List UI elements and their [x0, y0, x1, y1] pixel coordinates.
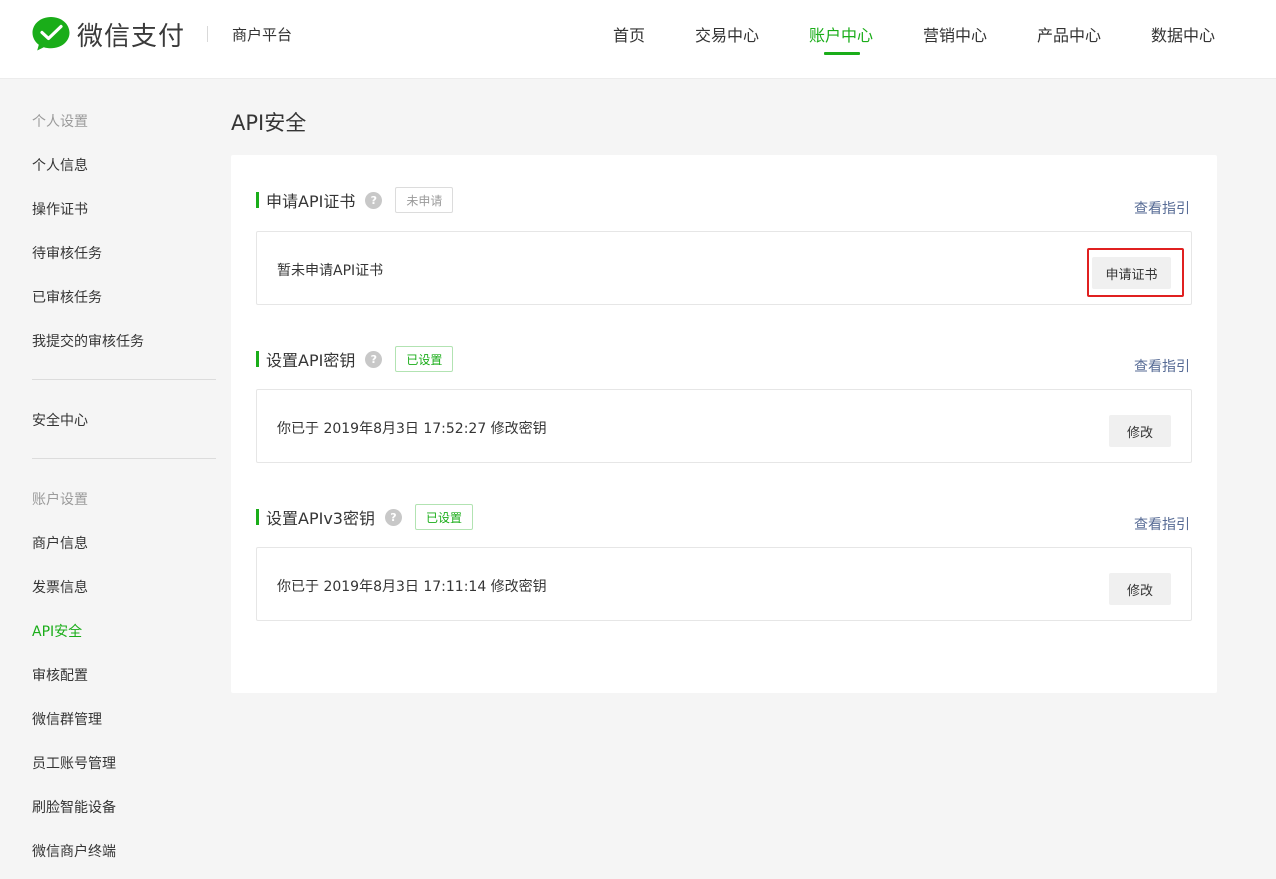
question-mark-icon[interactable]: ? [365, 350, 383, 368]
sidebar-item-merchant-terminal[interactable]: 微信商户终端 [32, 841, 116, 861]
wechat-pay-logo[interactable]: 微信支付 [31, 15, 185, 53]
section-title-api-certificate: 申请API证书 [266, 192, 356, 211]
sidebar-item-pending-review[interactable]: 待审核任务 [32, 243, 102, 263]
sidebar-group-personal-settings: 个人设置 [32, 114, 88, 130]
sidebar-item-reviewed-tasks[interactable]: 已审核任务 [32, 287, 102, 307]
modify-api-key-button[interactable]: 修改 [1109, 415, 1171, 447]
page-title: API安全 [231, 111, 307, 135]
nav-home[interactable]: 首页 [613, 22, 645, 46]
apiv3-key-modified-text: 你已于 2019年8月3日 17:11:14 修改密钥 [277, 579, 547, 595]
platform-name: 商户平台 [232, 26, 293, 44]
view-guide-link[interactable]: 查看指引 [1134, 514, 1190, 534]
logo-text: 微信支付 [77, 21, 186, 52]
question-mark-icon[interactable]: ? [365, 191, 383, 209]
sidebar-item-review-config[interactable]: 审核配置 [32, 665, 88, 685]
api-certificate-status-text: 暂未申请API证书 [277, 263, 384, 279]
section-header-apiv3-key: 设置APIv3密钥 ? 已设置 [256, 504, 473, 530]
apiv3-key-panel: 你已于 2019年8月3日 17:11:14 修改密钥 修改 [256, 547, 1192, 621]
sidebar-item-invoice-info[interactable]: 发票信息 [32, 577, 88, 597]
view-guide-link[interactable]: 查看指引 [1134, 356, 1190, 376]
nav-product-center[interactable]: 产品中心 [1037, 22, 1101, 46]
status-badge-set: 已设置 [395, 346, 454, 372]
sidebar-divider [32, 379, 216, 380]
modify-apiv3-key-button[interactable]: 修改 [1109, 573, 1171, 605]
section-accent-bar [256, 192, 259, 208]
sidebar-item-my-submitted-tasks[interactable]: 我提交的审核任务 [32, 331, 144, 351]
highlight-box [1087, 248, 1184, 297]
nav-account-center[interactable]: 账户中心 [809, 22, 873, 46]
api-certificate-panel: 暂未申请API证书 申请证书 [256, 231, 1192, 305]
section-accent-bar [256, 351, 259, 367]
sidebar-item-merchant-info[interactable]: 商户信息 [32, 533, 88, 553]
status-badge-set: 已设置 [414, 504, 473, 530]
section-header-api-certificate: 申请API证书 ? 未申请 [256, 187, 454, 213]
section-title-apiv3-key: 设置APIv3密钥 [266, 509, 375, 528]
api-key-panel: 你已于 2019年8月3日 17:52:27 修改密钥 修改 [256, 389, 1192, 463]
logo-divider [207, 26, 208, 42]
sidebar-divider [32, 458, 216, 459]
nav-marketing-center[interactable]: 营销中心 [923, 22, 987, 46]
sidebar-item-wechat-group-management[interactable]: 微信群管理 [32, 709, 102, 729]
wechat-pay-logo-icon [32, 17, 70, 51]
status-badge-not-applied: 未申请 [395, 187, 454, 213]
nav-active-indicator [824, 52, 860, 55]
view-guide-link[interactable]: 查看指引 [1134, 198, 1190, 218]
sidebar-item-face-pay-devices[interactable]: 刷脸智能设备 [32, 797, 116, 817]
sidebar-group-account-settings: 账户设置 [32, 492, 88, 508]
sidebar-item-operation-certificate[interactable]: 操作证书 [32, 199, 88, 219]
api-key-modified-text: 你已于 2019年8月3日 17:52:27 修改密钥 [277, 421, 547, 437]
section-accent-bar [256, 509, 259, 525]
sidebar-item-staff-account-management[interactable]: 员工账号管理 [32, 753, 116, 773]
sidebar-item-personal-info[interactable]: 个人信息 [32, 155, 88, 175]
top-header: 微信支付 商户平台 首页 交易中心 账户中心 营销中心 产品中心 数据中心 [0, 0, 1276, 79]
nav-trade-center[interactable]: 交易中心 [695, 22, 759, 46]
section-header-api-key: 设置API密钥 ? 已设置 [256, 346, 454, 372]
sidebar-item-api-security[interactable]: API安全 [32, 621, 82, 641]
section-title-api-key: 设置API密钥 [266, 351, 356, 370]
question-mark-icon[interactable]: ? [384, 508, 402, 526]
sidebar-item-security-center[interactable]: 安全中心 [32, 410, 88, 430]
nav-data-center[interactable]: 数据中心 [1151, 22, 1215, 46]
